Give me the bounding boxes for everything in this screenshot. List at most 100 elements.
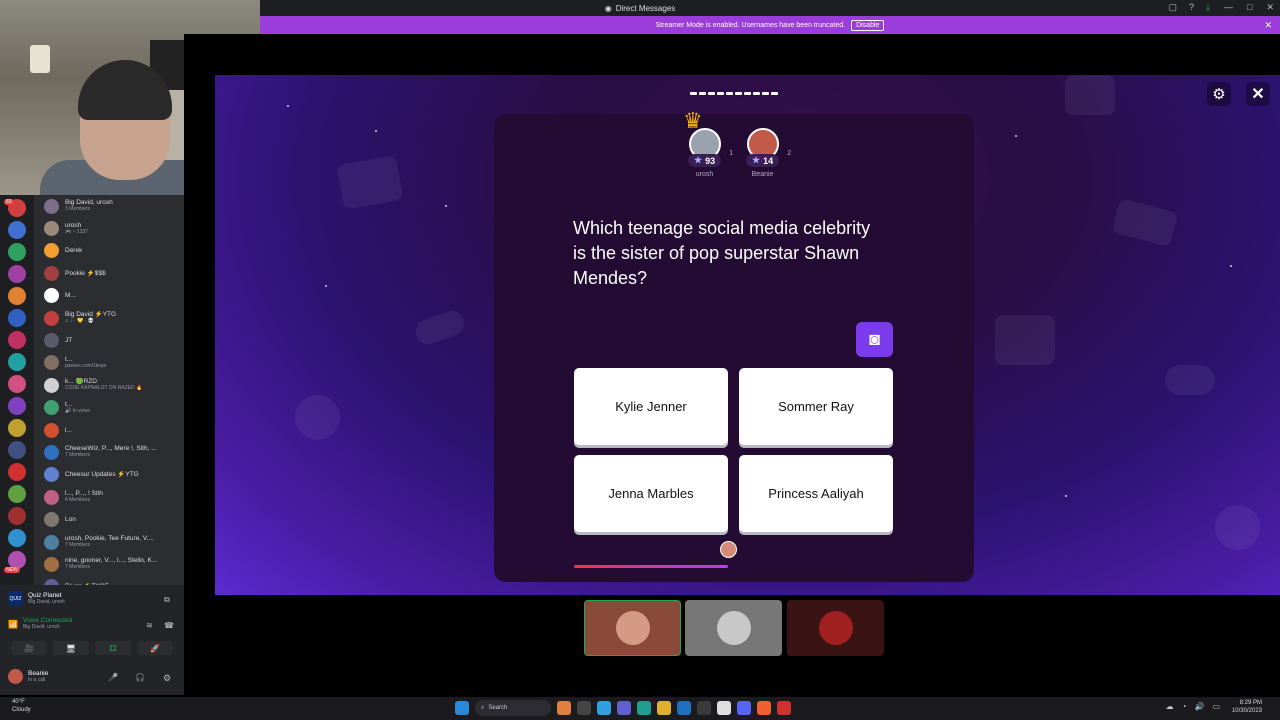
- player-name: urosh: [695, 171, 714, 178]
- timer-avatar: [720, 541, 737, 558]
- dm-item[interactable]: Big David ⚡YTG ♫ ♪ · 💛 · 💀: [34, 307, 184, 329]
- dm-item[interactable]: Big David, urosh 3 Members: [34, 195, 184, 217]
- dm-name: Derek: [65, 247, 83, 255]
- dm-item[interactable]: t... passes.com/1lespi: [34, 352, 184, 374]
- participant-tile[interactable]: [685, 600, 782, 656]
- disconnect-icon[interactable]: ☎: [164, 621, 174, 630]
- dm-item[interactable]: l...: [34, 419, 184, 441]
- app-icon[interactable]: [557, 701, 571, 715]
- server-icon[interactable]: [8, 243, 26, 261]
- answer-option-3[interactable]: Jenna Marbles: [574, 455, 728, 532]
- server-icon[interactable]: [8, 331, 26, 349]
- avatar: [44, 377, 59, 393]
- dm-item[interactable]: Cheesur Updates ⚡YTG: [34, 464, 184, 486]
- account-row[interactable]: Beanie In a call: [8, 669, 48, 684]
- server-icon[interactable]: [8, 529, 26, 547]
- dm-item[interactable]: urosh, Pookie, Tee Future, V.... 7 Member…: [34, 531, 184, 553]
- server-icon[interactable]: [8, 397, 26, 415]
- explorer-icon[interactable]: [657, 701, 671, 715]
- soundboard-button[interactable]: 🚀: [137, 641, 173, 655]
- game-settings-button[interactable]: ⚙: [1207, 82, 1231, 106]
- dm-item[interactable]: k... 🟢RZD CODE KAPNALOT ON RAZED 🔥: [34, 374, 184, 396]
- edge-icon[interactable]: [637, 701, 651, 715]
- avatar: [44, 221, 59, 237]
- weather-widget[interactable]: 40°F Cloudy: [12, 698, 31, 714]
- taskview-icon[interactable]: [577, 701, 591, 715]
- discord-icon[interactable]: [737, 701, 751, 715]
- star: [1015, 135, 1017, 137]
- popout-icon[interactable]: ⧉: [164, 595, 170, 605]
- server-icon[interactable]: [8, 287, 26, 305]
- server-icon[interactable]: [8, 463, 26, 481]
- mic-icon[interactable]: 🎤: [108, 673, 118, 682]
- server-icon[interactable]: [8, 221, 26, 239]
- banner-close-icon[interactable]: ✕: [1264, 20, 1272, 31]
- store-icon[interactable]: [677, 701, 691, 715]
- app-icon[interactable]: [777, 701, 791, 715]
- headset-icon[interactable]: 🎧: [135, 673, 145, 682]
- dm-item[interactable]: Pookie ⚡$$$: [34, 262, 184, 284]
- screenshare-button[interactable]: 🖥: [53, 641, 89, 655]
- streamer-mode-banner: Streamer Mode is enabled. Usernames have…: [260, 16, 1280, 34]
- help-icon[interactable]: ?: [1189, 2, 1194, 13]
- dm-item[interactable]: JT: [34, 329, 184, 351]
- dm-item[interactable]: nine, gooner, V..., l..., Stello, K... 7 …: [34, 553, 184, 575]
- activity-row[interactable]: QUIZ Quiz Planet Big David, urosh: [8, 591, 65, 606]
- dm-item[interactable]: M...: [34, 285, 184, 307]
- weather-desc: Cloudy: [12, 707, 31, 713]
- dm-name: M...: [65, 292, 76, 300]
- dm-item[interactable]: Riyan ⚡TYCE: [34, 576, 184, 585]
- voice-channel: Big David, urosh: [22, 624, 60, 630]
- server-badge: 83: [4, 199, 14, 205]
- maximize-button[interactable]: □: [1247, 2, 1252, 13]
- player-rank: 1: [729, 150, 734, 157]
- dm-item[interactable]: urosh 🎮 ~ 1337: [34, 217, 184, 239]
- dm-name: Big David, urosh: [65, 199, 113, 207]
- server-icon[interactable]: [8, 441, 26, 459]
- clock[interactable]: 8:29 PM 10/30/2023: [1232, 699, 1262, 715]
- server-icon[interactable]: [8, 375, 26, 393]
- participant-tile[interactable]: [584, 600, 681, 656]
- chrome-icon[interactable]: [717, 701, 731, 715]
- server-icon[interactable]: [8, 507, 26, 525]
- dm-item[interactable]: CheeseWiz, P..., Mere !, Sith, ... 7 Memb…: [34, 441, 184, 463]
- dm-item[interactable]: t... 🔊 In voice: [34, 397, 184, 419]
- dm-item[interactable]: l..., P..., ! Sith 4 Members: [34, 486, 184, 508]
- activity-button[interactable]: ⚃: [95, 641, 131, 655]
- noise-suppression-icon[interactable]: ≋: [146, 621, 153, 630]
- app-icon[interactable]: [697, 701, 711, 715]
- server-icon[interactable]: [8, 419, 26, 437]
- dm-item[interactable]: Lon: [34, 508, 184, 530]
- activity-chat-button[interactable]: ◙: [856, 322, 893, 357]
- teams-icon[interactable]: [617, 701, 631, 715]
- close-window-button[interactable]: ✕: [1266, 2, 1274, 13]
- server-icon[interactable]: [8, 309, 26, 327]
- server-icon[interactable]: [8, 485, 26, 503]
- dm-item[interactable]: Derek: [34, 240, 184, 262]
- app-icon[interactable]: [597, 701, 611, 715]
- minimize-button[interactable]: —: [1224, 2, 1233, 13]
- answer-option-2[interactable]: Sommer Ray: [739, 368, 893, 445]
- taskbar-search[interactable]: ⌕ Search: [475, 700, 551, 716]
- camera-button[interactable]: 🎥: [11, 641, 47, 655]
- inbox-icon[interactable]: ▢: [1168, 2, 1177, 13]
- server-icon[interactable]: [8, 265, 26, 283]
- avatar: [44, 355, 59, 371]
- disable-button[interactable]: Disable: [851, 19, 885, 31]
- answer-option-4[interactable]: Princess Aaliyah: [739, 455, 893, 532]
- download-icon[interactable]: ⤓: [1206, 2, 1210, 13]
- windows-start-icon[interactable]: [455, 701, 469, 715]
- participant-tile[interactable]: [787, 600, 884, 656]
- battery-icon[interactable]: ▭: [1212, 702, 1220, 711]
- app-icon[interactable]: [757, 701, 771, 715]
- frame-doodle: [1065, 75, 1115, 115]
- cloud-icon[interactable]: ☁: [1166, 702, 1174, 711]
- volume-icon[interactable]: 🔊: [1194, 702, 1204, 711]
- server-icon[interactable]: [8, 353, 26, 371]
- network-icon[interactable]: ◔: [1182, 702, 1187, 711]
- dm-subtext: ♫ ♪ · 💛 · 💀: [65, 318, 94, 325]
- answer-option-1[interactable]: Kylie Jenner: [574, 368, 728, 445]
- game-close-button[interactable]: ✕: [1246, 82, 1270, 106]
- dm-name: JT: [65, 337, 73, 345]
- settings-icon[interactable]: ⚙: [163, 673, 171, 684]
